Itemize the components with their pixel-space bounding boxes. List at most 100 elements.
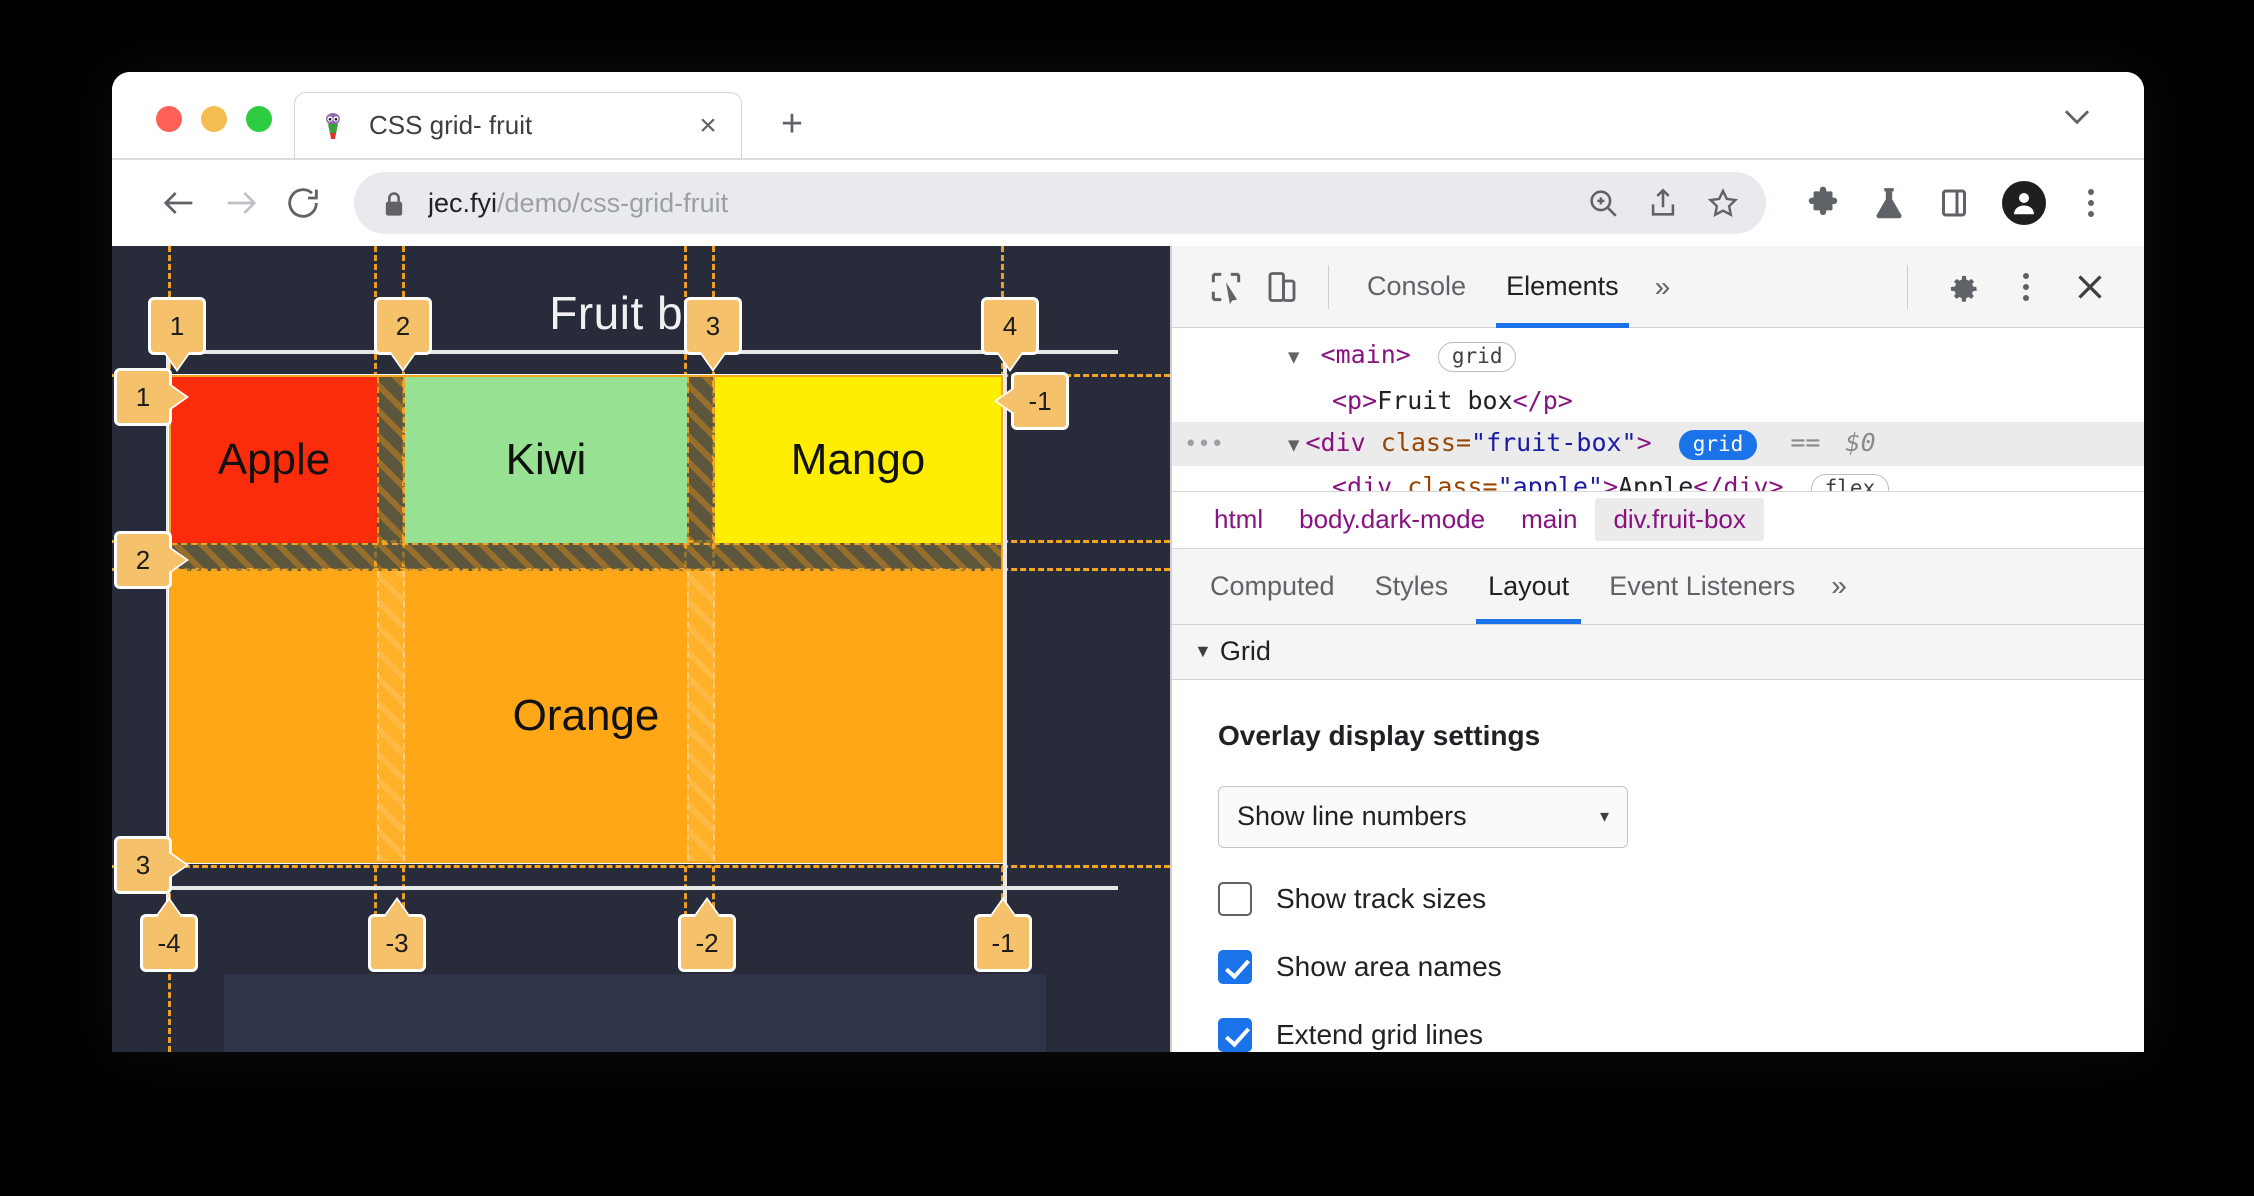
- grid-line-badge-col-2[interactable]: 2: [374, 297, 432, 355]
- dom-row-apple[interactable]: <div class="apple">Apple</div> flex: [1172, 466, 2144, 492]
- address-bar[interactable]: jec.fyi/demo/css-grid-fruit: [354, 172, 1766, 234]
- checkbox-row-extend-grid-lines[interactable]: Extend grid lines: [1218, 1017, 2100, 1052]
- new-tab-button[interactable]: +: [772, 103, 812, 146]
- dom-row-p[interactable]: <p>Fruit box</p>: [1172, 378, 2144, 422]
- grid-section-header[interactable]: ▼ Grid: [1172, 624, 2144, 680]
- grid-cell-apple: Apple: [171, 377, 377, 543]
- grid-line-row-3: [112, 865, 1170, 868]
- device-toolbar-button[interactable]: [1254, 259, 1310, 315]
- subtab-computed[interactable]: Computed: [1190, 548, 1355, 624]
- grid-line-badge-row-2[interactable]: 2: [114, 531, 172, 589]
- address-bar-url: jec.fyi/demo/css-grid-fruit: [428, 188, 1586, 219]
- grid-line-badge-col-3[interactable]: 3: [684, 297, 742, 355]
- breadcrumb-item-fruit-box[interactable]: div.fruit-box: [1595, 498, 1764, 542]
- grid-cell-kiwi-label: Kiwi: [505, 435, 587, 484]
- dom-text: Fruit box: [1377, 385, 1513, 415]
- track-line-bottom: [164, 886, 1118, 890]
- expand-caret-icon[interactable]: ▼: [1288, 346, 1299, 368]
- profile-avatar[interactable]: [2002, 181, 2046, 225]
- grid-line-badge-col-neg-3[interactable]: -3: [368, 914, 426, 972]
- dom-equals: ==: [1790, 428, 1821, 457]
- grid-line-badge-row-1[interactable]: 1: [114, 368, 172, 426]
- dom-attr-value: "apple": [1497, 472, 1603, 492]
- toolbar-divider-right: [1907, 264, 1908, 309]
- dom-badge-flex[interactable]: flex: [1810, 474, 1890, 492]
- grid-line-badge-col-neg-1[interactable]: -1: [974, 914, 1032, 972]
- show-area-names-label: Show area names: [1276, 950, 1502, 982]
- grid-cell-orange: Orange: [171, 571, 1001, 861]
- maximize-window-button[interactable]: [246, 106, 272, 132]
- inspect-element-icon: [1211, 272, 1241, 304]
- overlay-line-labels-value: Show line numbers: [1237, 801, 1467, 832]
- grid-line-badge-col-1[interactable]: 1: [148, 297, 206, 355]
- forward-button[interactable]: [210, 172, 272, 234]
- grid-cell-apple-label: Apple: [217, 435, 331, 484]
- breadcrumb-item-html[interactable]: html: [1196, 498, 1281, 541]
- back-button[interactable]: [148, 172, 210, 234]
- dom-badge-grid-active[interactable]: grid: [1678, 430, 1758, 460]
- chevron-down-icon: [2064, 110, 2090, 125]
- page-viewport: Fruit box Apple Kiwi Mango Orange 1 2 3 …: [112, 246, 1170, 1052]
- dom-tagname-close: </div>: [1693, 472, 1784, 492]
- breadcrumb-item-main[interactable]: main: [1503, 498, 1595, 541]
- breadcrumb-item-body[interactable]: body.dark-mode: [1281, 498, 1503, 541]
- checkbox-row-show-area-names[interactable]: Show area names: [1218, 949, 2100, 984]
- tabstrip-menu-button[interactable]: [2058, 97, 2096, 140]
- checkbox-row-show-track-sizes[interactable]: Show track sizes: [1218, 881, 2100, 916]
- subtab-styles[interactable]: Styles: [1355, 548, 1469, 624]
- dom-attr-name: class=: [1380, 428, 1472, 457]
- dom-badge-grid[interactable]: grid: [1437, 342, 1517, 372]
- dom-attr-name: class=: [1407, 472, 1498, 492]
- devtools-settings-button[interactable]: [1934, 259, 1990, 315]
- show-area-names-checkbox[interactable]: [1218, 949, 1252, 984]
- show-track-sizes-checkbox[interactable]: [1218, 881, 1252, 916]
- devtools-close-button[interactable]: [2062, 259, 2118, 315]
- minimize-window-button[interactable]: [201, 106, 227, 132]
- reload-button[interactable]: [272, 172, 334, 234]
- side-panel-icon[interactable]: [1936, 185, 1972, 221]
- devtools-toolbar-right: [1889, 259, 2118, 315]
- grid-line-badge-col-neg-4[interactable]: -4: [140, 914, 198, 972]
- grid-line-badge-col-4[interactable]: 4: [981, 297, 1039, 355]
- subtab-layout[interactable]: Layout: [1468, 548, 1589, 625]
- experiments-flask-icon[interactable]: [1870, 185, 1906, 221]
- share-icon[interactable]: [1646, 186, 1680, 220]
- close-window-button[interactable]: [156, 106, 182, 132]
- expand-caret-icon[interactable]: ▼: [1288, 434, 1299, 456]
- dom-attr-value: "fruit-box": [1471, 428, 1637, 457]
- close-icon: [2078, 274, 2102, 299]
- grid-line-badge-col-neg-2[interactable]: -2: [678, 914, 736, 972]
- dom-row-fruit-box[interactable]: ••• ▼ <div class="fruit-box"> grid == $0: [1172, 422, 2144, 466]
- devtools-tabs-overflow[interactable]: »: [1639, 271, 1687, 303]
- collapse-caret-icon[interactable]: ▼: [1194, 641, 1212, 662]
- subtabs-overflow[interactable]: »: [1815, 570, 1863, 602]
- chrome-menu-kebab-icon[interactable]: [2076, 189, 2106, 217]
- extend-grid-lines-checkbox[interactable]: [1218, 1017, 1252, 1052]
- dom-text: Apple: [1618, 472, 1694, 492]
- bookmark-star-icon[interactable]: [1706, 186, 1740, 220]
- url-path: /demo/css-grid-fruit: [497, 187, 729, 218]
- dom-gutter-more[interactable]: •••: [1172, 432, 1236, 457]
- content-area: Fruit box Apple Kiwi Mango Orange 1 2 3 …: [112, 246, 2144, 1052]
- devtools-tab-console[interactable]: Console: [1347, 246, 1486, 328]
- browser-window: CSS grid- fruit × + jec.fyi/demo/css-gri…: [112, 72, 2144, 1052]
- dom-console-ref: $0: [1845, 428, 1876, 457]
- dom-tagname: <div: [1332, 472, 1408, 492]
- person-icon: [2014, 193, 2034, 215]
- grid-line-badge-row-3[interactable]: 3: [114, 836, 172, 894]
- subtab-event-listeners[interactable]: Event Listeners: [1589, 548, 1815, 624]
- devtools-tab-elements[interactable]: Elements: [1486, 246, 1639, 328]
- zoom-in-icon[interactable]: [1586, 186, 1620, 220]
- grid-cell-mango-label: Mango: [790, 435, 926, 484]
- grid-line-badge-row-neg-1[interactable]: -1: [1011, 372, 1069, 430]
- dom-tagname-open: <p>: [1332, 385, 1378, 415]
- dom-row-main[interactable]: ▼ <main> grid: [1172, 334, 2144, 378]
- extensions-puzzle-icon[interactable]: [1804, 185, 1840, 221]
- browser-tab[interactable]: CSS grid- fruit ×: [294, 92, 742, 158]
- overlay-line-labels-select[interactable]: Show line numbers ▾: [1218, 785, 1628, 848]
- window-controls: [112, 106, 272, 158]
- close-tab-button[interactable]: ×: [691, 110, 725, 141]
- inspect-element-button[interactable]: [1198, 259, 1254, 315]
- grid-cell-mango: Mango: [715, 377, 1001, 543]
- devtools-more-button[interactable]: [1998, 259, 2054, 315]
